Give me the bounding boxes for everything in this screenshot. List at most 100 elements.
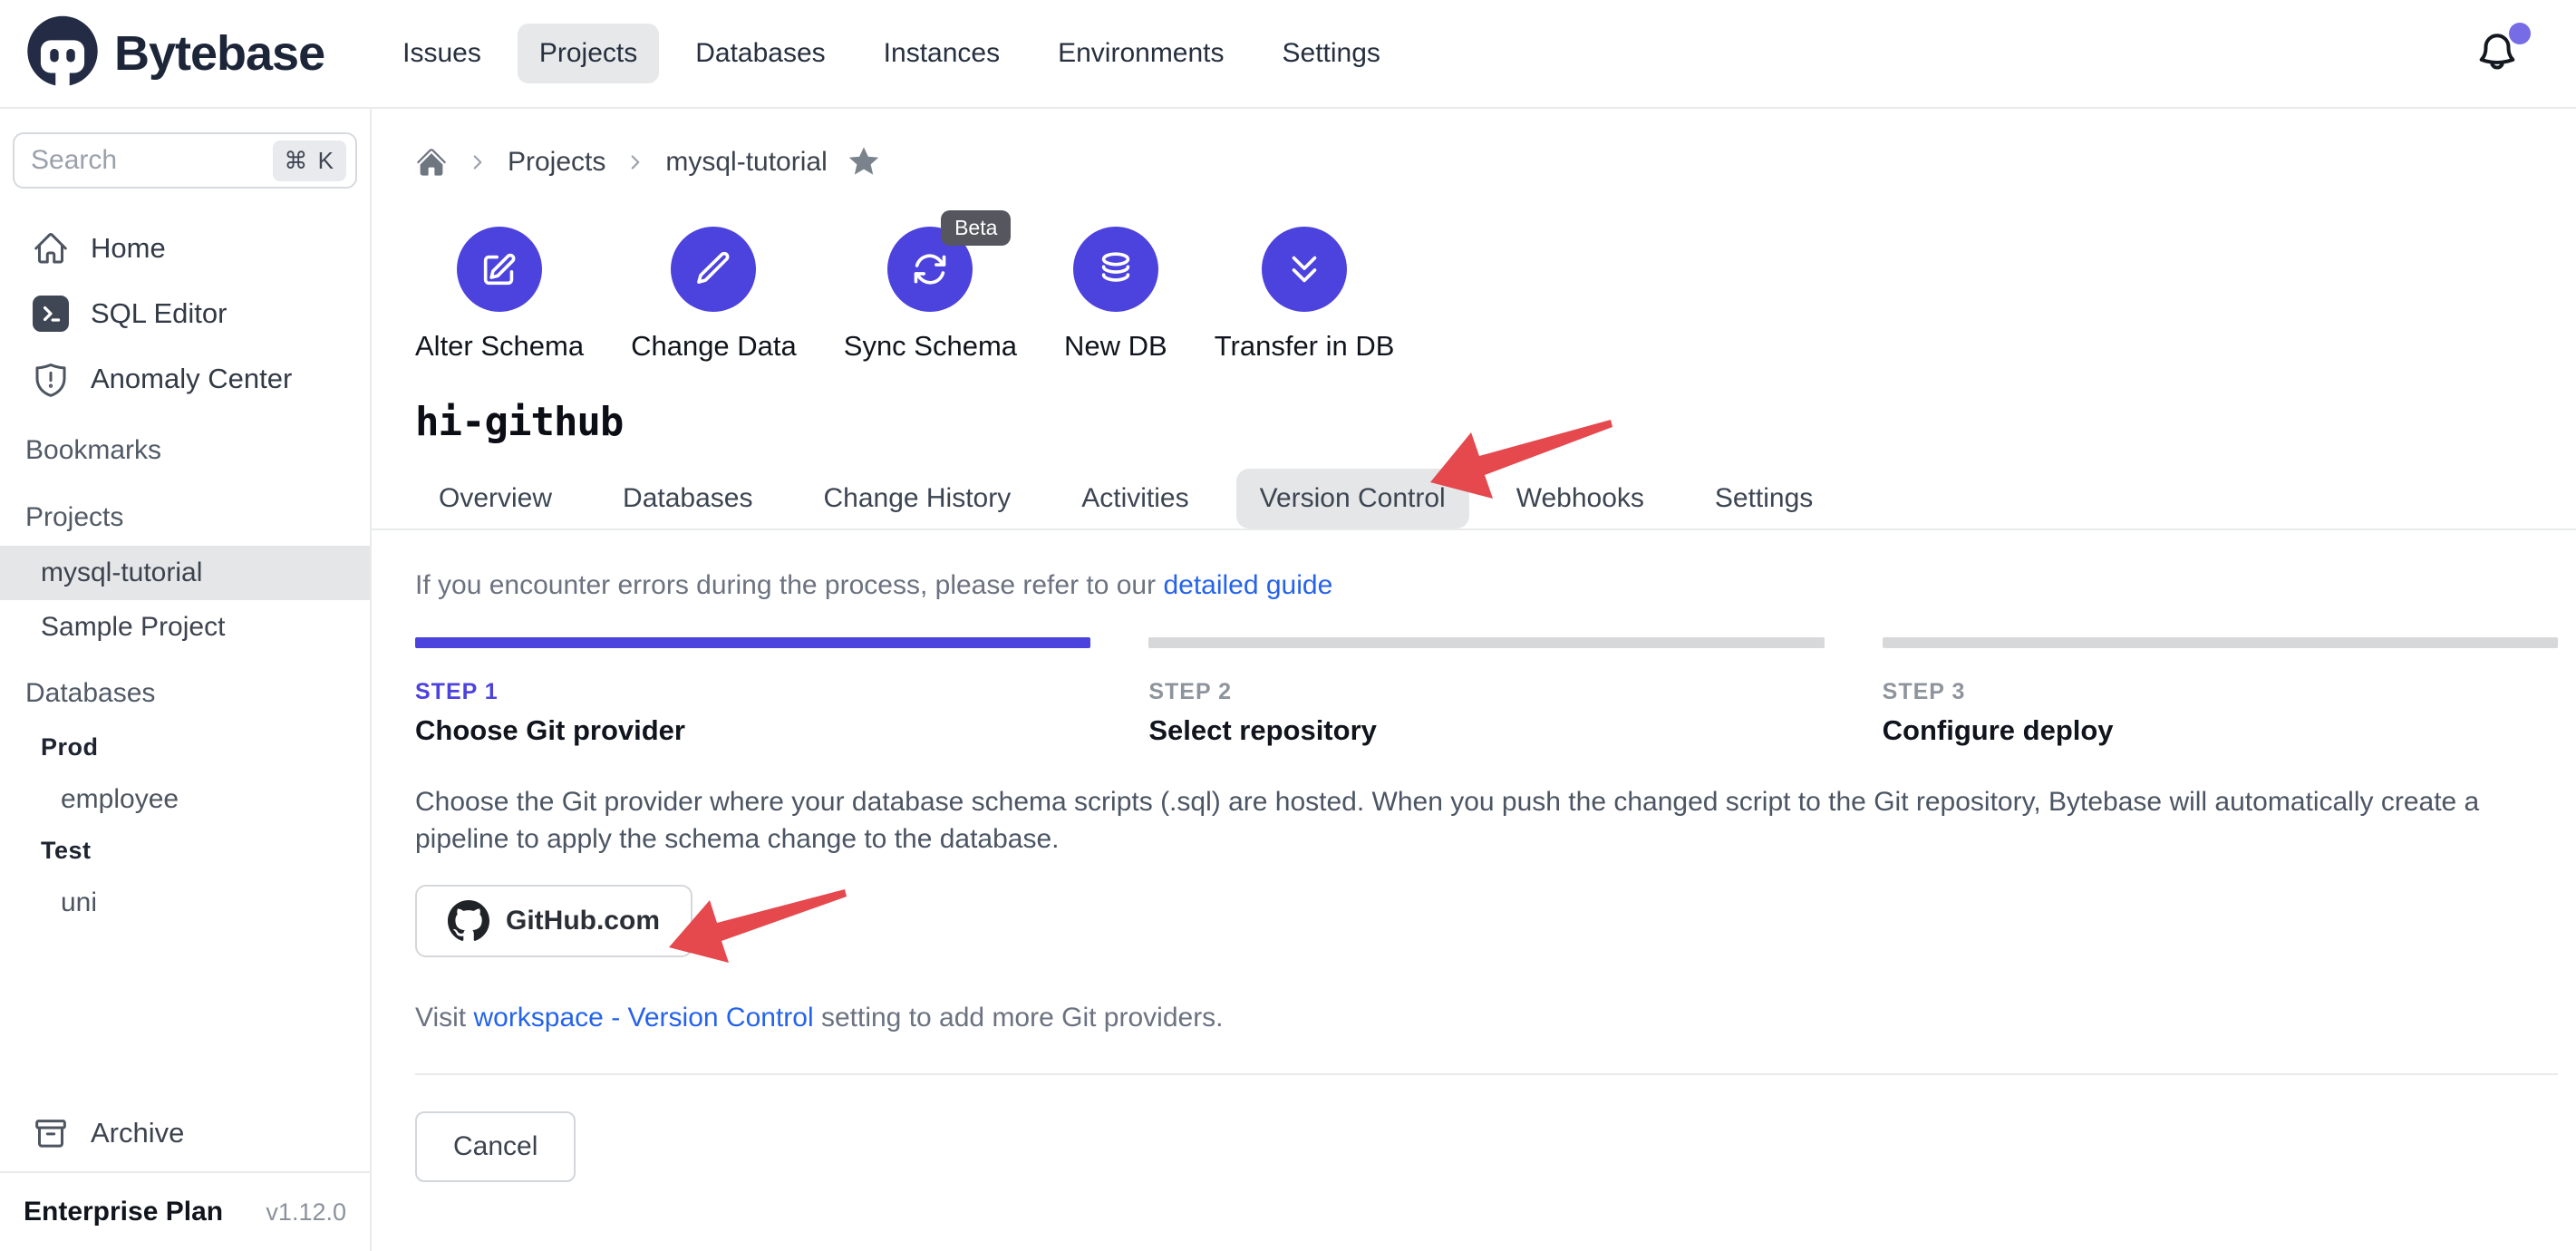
pencil-icon xyxy=(692,248,734,290)
notifications-button[interactable] xyxy=(2474,30,2522,77)
sidebar-item-sql-editor[interactable]: SQL Editor xyxy=(0,281,370,346)
sidebar: ⌘ K Home SQL Editor xyxy=(0,109,372,1251)
database-stack-icon xyxy=(1095,248,1137,290)
sidebar-section-databases: Databases xyxy=(0,665,370,722)
alter-schema-button[interactable]: Alter Schema xyxy=(415,227,584,363)
sidebar-project-mysql-tutorial[interactable]: mysql-tutorial xyxy=(0,546,370,600)
nav-item-settings[interactable]: Settings xyxy=(1261,24,1402,83)
sidebar-item-label: Home xyxy=(91,232,166,265)
sidebar-item-label: Anomaly Center xyxy=(91,363,292,395)
bytebase-logo-icon xyxy=(24,15,102,92)
chevron-right-icon xyxy=(624,150,647,174)
step3-title: Configure deploy xyxy=(1883,714,2558,747)
step-progress-bars xyxy=(415,637,2558,648)
notification-dot xyxy=(2509,23,2531,44)
action-label: Alter Schema xyxy=(415,330,584,363)
tab-overview[interactable]: Overview xyxy=(415,469,576,529)
new-db-button[interactable]: New DB xyxy=(1064,227,1167,363)
action-label: Sync Schema xyxy=(844,330,1017,363)
bytebase-logo[interactable]: Bytebase xyxy=(24,15,324,92)
sidebar-db-uni[interactable]: uni xyxy=(0,877,370,928)
sidebar-env-test: Test xyxy=(0,825,370,877)
workspace-version-control-link[interactable]: workspace - Version Control xyxy=(473,1003,813,1033)
top-navbar: Bytebase Issues Projects Databases Insta… xyxy=(0,0,2576,109)
app-version: v1.12.0 xyxy=(266,1198,346,1227)
tab-settings[interactable]: Settings xyxy=(1691,469,1836,529)
breadcrumb-current-project[interactable]: mysql-tutorial xyxy=(665,147,827,178)
sidebar-menu: Home SQL Editor Anomaly Center xyxy=(0,216,370,928)
project-tabs: Overview Databases Change History Activi… xyxy=(415,469,2576,529)
footer-divider xyxy=(415,1073,2558,1075)
sidebar-project-sample-project[interactable]: Sample Project xyxy=(0,600,370,655)
error-help-note: If you encounter errors during the proce… xyxy=(415,570,2576,601)
breadcrumb-home-icon[interactable] xyxy=(415,146,448,179)
detailed-guide-link[interactable]: detailed guide xyxy=(1163,570,1332,600)
home-icon xyxy=(33,230,69,267)
sidebar-db-employee[interactable]: employee xyxy=(0,773,370,825)
visit-note: Visit workspace - Version Control settin… xyxy=(415,1003,2576,1033)
github-icon xyxy=(448,900,489,942)
action-label: Change Data xyxy=(631,330,797,363)
tab-activities[interactable]: Activities xyxy=(1058,469,1212,529)
brand-name: Bytebase xyxy=(114,25,324,82)
project-title: hi-github xyxy=(415,399,2576,445)
sidebar-env-prod: Prod xyxy=(0,722,370,773)
step1-title: Choose Git provider xyxy=(415,714,1090,747)
step3-bar xyxy=(1883,637,2558,648)
github-provider-button[interactable]: GitHub.com xyxy=(415,885,692,957)
sidebar-item-archive[interactable]: Archive xyxy=(0,1095,370,1171)
main-content: Projects mysql-tutorial Alter Schema xyxy=(372,109,2576,1251)
breadcrumb: Projects mysql-tutorial xyxy=(415,143,2576,181)
sidebar-item-anomaly-center[interactable]: Anomaly Center xyxy=(0,346,370,412)
action-label: Transfer in DB xyxy=(1215,330,1395,363)
sidebar-section-projects: Projects xyxy=(0,490,370,546)
tab-divider xyxy=(372,529,2576,530)
archive-box-icon xyxy=(33,1115,69,1151)
step-description: Choose the Git provider where your datab… xyxy=(415,783,2536,858)
edit-square-icon xyxy=(479,248,520,290)
cancel-button[interactable]: Cancel xyxy=(415,1111,576,1182)
sidebar-item-label: Archive xyxy=(91,1117,184,1149)
sidebar-item-home[interactable]: Home xyxy=(0,216,370,281)
search-input[interactable] xyxy=(31,145,273,176)
error-help-text: If you encounter errors during the proce… xyxy=(415,570,1163,600)
nav-item-issues[interactable]: Issues xyxy=(381,24,503,83)
main-nav: Issues Projects Databases Instances Envi… xyxy=(381,24,1402,83)
sync-icon xyxy=(909,248,951,290)
step-labels: STEP 1 Choose Git provider STEP 2 Select… xyxy=(415,648,2558,747)
sync-schema-button[interactable]: Beta Sync Schema xyxy=(844,227,1017,363)
transfer-in-db-button[interactable]: Transfer in DB xyxy=(1215,227,1395,363)
visit-suffix: setting to add more Git providers. xyxy=(814,1003,1224,1033)
tab-version-control[interactable]: Version Control xyxy=(1236,469,1469,529)
tab-webhooks[interactable]: Webhooks xyxy=(1493,469,1668,529)
step2: STEP 2 Select repository xyxy=(1148,648,1824,747)
step1-label: STEP 1 xyxy=(415,679,1090,705)
plan-row: Enterprise Plan v1.12.0 xyxy=(0,1173,370,1251)
visit-prefix: Visit xyxy=(415,1003,473,1033)
nav-item-environments[interactable]: Environments xyxy=(1036,24,1245,83)
search-box[interactable]: ⌘ K xyxy=(13,132,357,189)
tab-databases[interactable]: Databases xyxy=(599,469,776,529)
sidebar-spacer xyxy=(0,928,370,1095)
step2-bar xyxy=(1148,637,1824,648)
tab-change-history[interactable]: Change History xyxy=(799,469,1034,529)
step3: STEP 3 Configure deploy xyxy=(1883,648,2558,747)
nav-item-instances[interactable]: Instances xyxy=(862,24,1022,83)
quick-actions: Alter Schema Change Data xyxy=(415,227,2576,363)
breadcrumb-projects[interactable]: Projects xyxy=(508,147,605,178)
step1-bar xyxy=(415,637,1090,648)
provider-label: GitHub.com xyxy=(506,906,660,936)
sidebar-section-bookmarks: Bookmarks xyxy=(0,422,370,479)
action-label: New DB xyxy=(1064,330,1167,363)
terminal-icon xyxy=(33,296,69,332)
step2-label: STEP 2 xyxy=(1148,679,1824,705)
change-data-button[interactable]: Change Data xyxy=(631,227,797,363)
step3-label: STEP 3 xyxy=(1883,679,2558,705)
nav-item-projects[interactable]: Projects xyxy=(518,24,659,83)
favorite-star-icon[interactable] xyxy=(846,144,882,180)
nav-item-databases[interactable]: Databases xyxy=(673,24,847,83)
step1: STEP 1 Choose Git provider xyxy=(415,648,1090,747)
sidebar-item-label: SQL Editor xyxy=(91,297,227,330)
chevron-right-icon xyxy=(466,150,489,174)
chevron-double-down-icon xyxy=(1283,248,1325,290)
